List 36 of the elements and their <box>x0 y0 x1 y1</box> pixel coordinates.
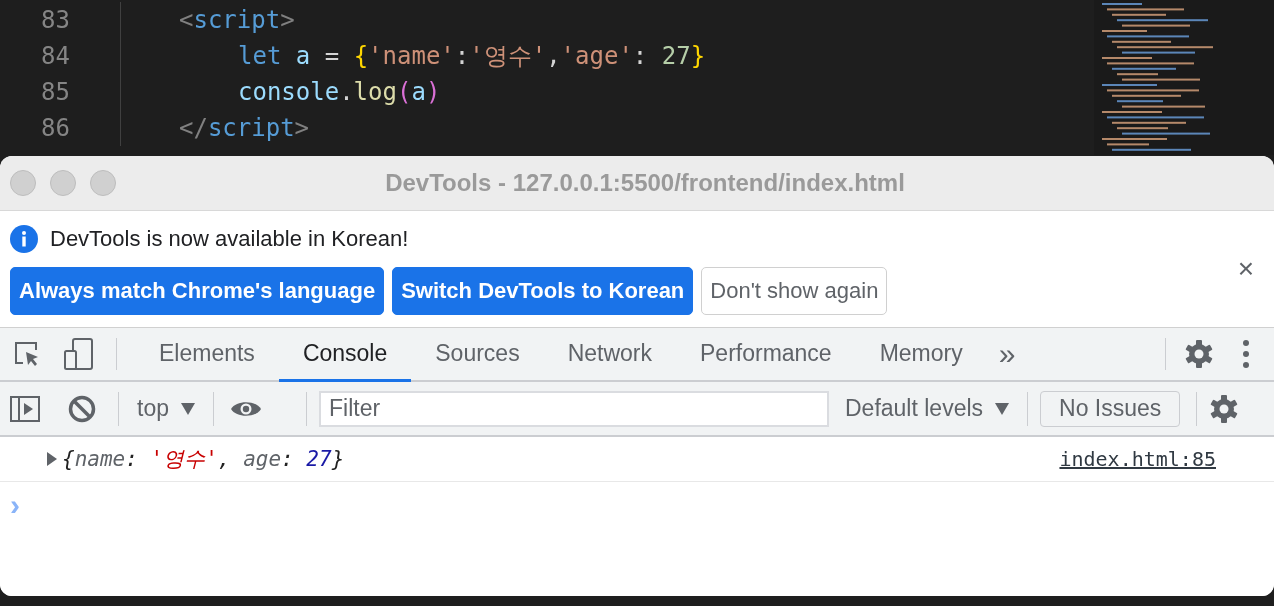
clear-console-icon[interactable] <box>68 394 96 423</box>
info-icon <box>10 225 38 253</box>
code-line: console.log(a) <box>120 74 441 110</box>
panel-tab[interactable]: Memory <box>855 328 987 382</box>
panel-tab[interactable]: Performance <box>676 328 856 382</box>
infobar-button[interactable]: Switch DevTools to Korean <box>392 267 694 315</box>
sidebar-toggle-icon[interactable] <box>10 395 40 422</box>
code-line: </script> <box>120 110 310 146</box>
settings-icon[interactable] <box>1184 339 1214 369</box>
panel-tab[interactable]: Network <box>543 328 676 382</box>
context-dropdown[interactable]: top <box>135 395 197 422</box>
infobar-button[interactable]: Don't show again <box>701 267 888 315</box>
more-tabs-button[interactable]: » <box>986 328 1028 380</box>
issues-button[interactable]: No Issues <box>1040 390 1181 427</box>
line-number: 85 <box>40 78 71 106</box>
window-title: DevTools - 127.0.0.1:5500/frontend/index.html <box>384 169 906 197</box>
panel-tab[interactable]: Sources <box>411 328 544 382</box>
levels-dropdown[interactable]: Default levels <box>843 395 1012 422</box>
infobar-button[interactable]: Always match Chrome's language <box>10 267 385 315</box>
caret-icon <box>995 402 1010 415</box>
caret-icon <box>181 402 195 415</box>
code-line: let a = {'name':'영수','age': 27} <box>120 38 706 74</box>
line-number: 84 <box>40 42 71 70</box>
menu-icon[interactable] <box>1242 340 1250 368</box>
panel-tab[interactable]: Elements <box>135 328 279 382</box>
filter-field[interactable]: Filter <box>319 390 829 427</box>
line-number: 83 <box>40 6 71 34</box>
device-icon[interactable] <box>64 338 94 370</box>
line-number: 86 <box>40 114 71 142</box>
close-button[interactable]: × <box>1237 255 1254 283</box>
expand-triangle-icon[interactable] <box>46 452 58 466</box>
code-line: <script> <box>120 2 295 38</box>
info-message: DevTools is now available in Korean! <box>50 226 409 252</box>
source-link[interactable]: index.html:85 <box>1059 447 1216 471</box>
settings-icon[interactable] <box>1209 393 1240 424</box>
logged-object[interactable]: {name: '영수', age: 27} <box>62 445 345 473</box>
